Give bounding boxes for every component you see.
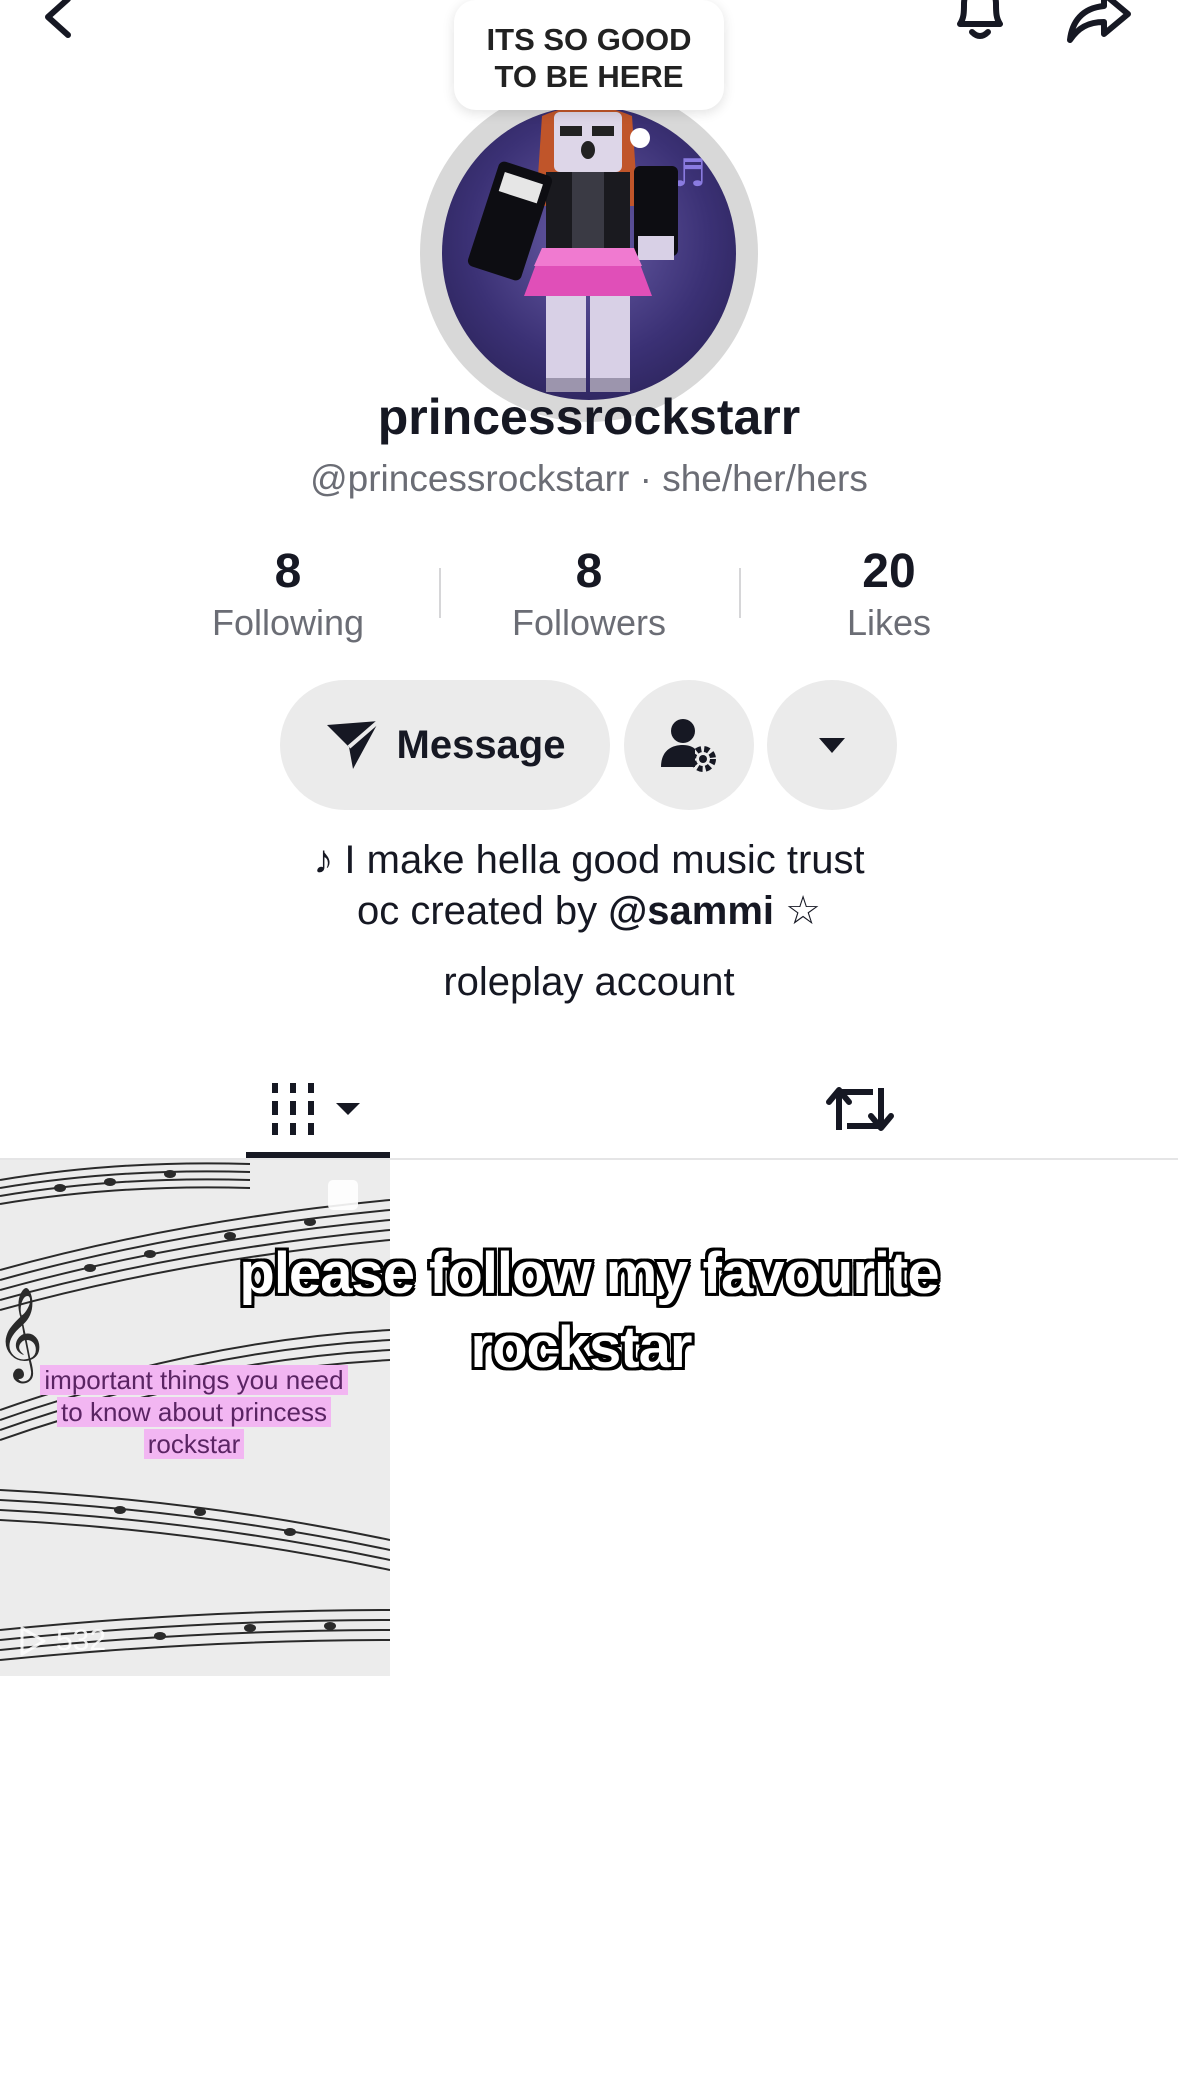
mention-link[interactable]: @sammi (608, 889, 774, 933)
grid-bars-icon (272, 1083, 360, 1135)
stat-followers[interactable]: 8 Followers (439, 544, 739, 646)
caption-line-2: to know about princess (57, 1397, 331, 1427)
avatar-note-line2: TO BE HERE (494, 59, 684, 94)
stat-following[interactable]: 8 Following (138, 544, 438, 646)
bubble-tail (630, 128, 650, 148)
view-count: 532 (18, 1624, 106, 1658)
overlay-text-line-1: please follow my favourite (239, 1241, 939, 1306)
more-options-button[interactable] (767, 680, 897, 810)
avatar[interactable]: ♬ ♬ (442, 106, 736, 400)
message-button[interactable]: Message (280, 680, 610, 810)
send-icon (326, 719, 380, 769)
following-label: Following (211, 602, 365, 643)
back-button[interactable] (18, 0, 98, 50)
caption-line-3: rockstar (143, 1429, 245, 1459)
tab-reposts[interactable] (788, 1066, 932, 1152)
share-arrow-icon (1067, 0, 1131, 43)
bio-suffix: ☆ (774, 889, 821, 933)
avatar-note-line1: ITS SO GOOD (486, 22, 692, 57)
bio-line-3: roleplay account (443, 960, 735, 1004)
bio-line-2: oc created by @sammi ☆ (0, 888, 1178, 934)
chevron-left-icon (45, 0, 71, 38)
likes-count: 20 (862, 545, 916, 598)
likes-label: Likes (846, 602, 932, 643)
bell-icon (957, 0, 1003, 39)
bio-prefix: oc created by (357, 889, 609, 933)
tab-videos[interactable] (246, 1066, 390, 1152)
followers-count: 8 (575, 545, 603, 598)
followers-label: Followers (511, 602, 667, 643)
user-gear-icon (661, 719, 716, 772)
share-button[interactable] (1060, 0, 1140, 48)
avatar-note-bubble[interactable]: ITS SO GOOD TO BE HERE (454, 0, 724, 110)
view-count-value: 532 (56, 1624, 107, 1657)
friend-settings-button[interactable] (624, 680, 754, 810)
play-outline-icon (20, 1626, 46, 1656)
overlay-text-line-2: rockstar (470, 1315, 693, 1380)
display-name: princessrockstarr (377, 389, 801, 445)
username-pronouns: @princessrockstarr · she/her/hers (310, 458, 868, 499)
message-label: Message (396, 722, 566, 767)
stat-likes[interactable]: 20 Likes (739, 544, 1039, 646)
bio-line-1: ♪ I make hella good music trust (313, 838, 865, 882)
avatar-character-image: ♬ ♬ (467, 106, 706, 392)
caret-down-icon (819, 738, 845, 753)
notification-bell-button[interactable] (940, 0, 1020, 46)
repost-icon (826, 1087, 894, 1131)
following-count: 8 (274, 545, 302, 598)
